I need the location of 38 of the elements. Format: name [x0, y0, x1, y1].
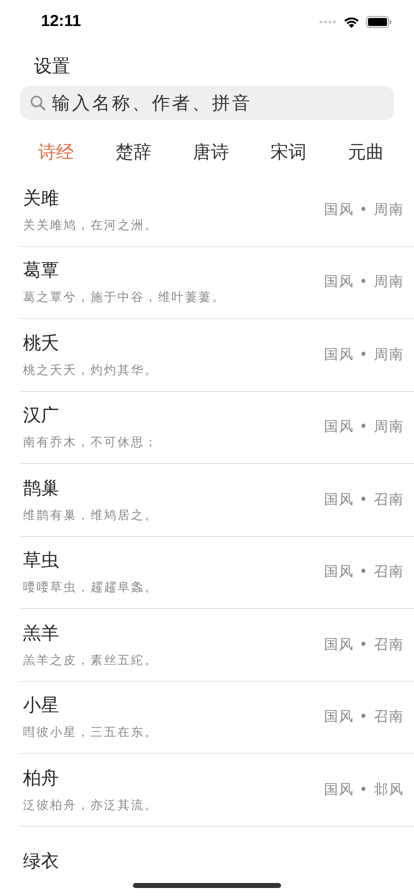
poem-first-line: 关关雎鸠，在河之洲。 — [23, 216, 158, 233]
poem-first-line: 羔羊之皮，素丝五紽。 — [23, 652, 158, 668]
poem-section: 国风 • 周南 — [324, 200, 404, 219]
status-time: 12:11 — [41, 13, 82, 31]
poem-title[interactable]: 汉广 — [23, 404, 158, 428]
wifi-icon — [343, 16, 360, 28]
poem-section: 国风 • 召南 — [324, 708, 404, 726]
poem-section: 国风 • 召南 — [324, 563, 404, 582]
poem-first-line: 维鹊有巢，维鸠居之。 — [23, 506, 158, 523]
poem-first-line: 泛彼柏舟，亦泛其流。 — [23, 796, 158, 813]
settings-link[interactable]: 设置 — [34, 55, 70, 79]
poem-title[interactable]: 羔羊 — [23, 622, 158, 646]
poem-title[interactable]: 柏舟 — [23, 766, 158, 791]
signal-icon — [319, 20, 337, 24]
poem-first-line: 桃之夭夭，灼灼其华。 — [23, 362, 158, 378]
poem-section: 国风 • 周南 — [324, 418, 404, 436]
poem-first-line: 葛之覃兮，施于中谷，维叶萋萋。 — [23, 289, 226, 306]
poem-title[interactable]: 草虫 — [23, 549, 158, 574]
poem-title[interactable]: 关雎 — [23, 186, 158, 211]
poem-section: 国风 • 周南 — [324, 346, 404, 364]
category-tab[interactable]: 唐诗 — [193, 138, 229, 166]
poem-first-line: 喓喓草虫，趯趯阜螽。 — [23, 579, 158, 596]
poem-first-line: 南有乔木，不可休思； — [23, 434, 158, 450]
poem-section: 国风 • 召南 — [324, 636, 404, 654]
poem-first-line: 嘒彼小星，三五在东。 — [23, 724, 158, 740]
poem-section: 国风 • 周南 — [324, 273, 404, 292]
category-tab[interactable]: 宋词 — [270, 138, 306, 166]
poem-title[interactable]: 桃夭 — [23, 332, 158, 356]
category-tab[interactable]: 楚辞 — [116, 138, 152, 166]
poem-title[interactable]: 鹊巢 — [23, 476, 158, 501]
poem-section: 国风 • 召南 — [324, 490, 404, 509]
search-field[interactable]: 输入名称、作者、拼音 — [20, 86, 394, 120]
poem-title[interactable]: 葛覃 — [23, 259, 226, 284]
battery-icon — [366, 16, 392, 28]
category-tab[interactable]: 元曲 — [348, 138, 384, 166]
poem-title[interactable]: 绿衣 — [23, 850, 59, 874]
poem-title[interactable]: 小星 — [23, 694, 158, 718]
poem-section: 国风 • 邶风 — [324, 780, 404, 799]
